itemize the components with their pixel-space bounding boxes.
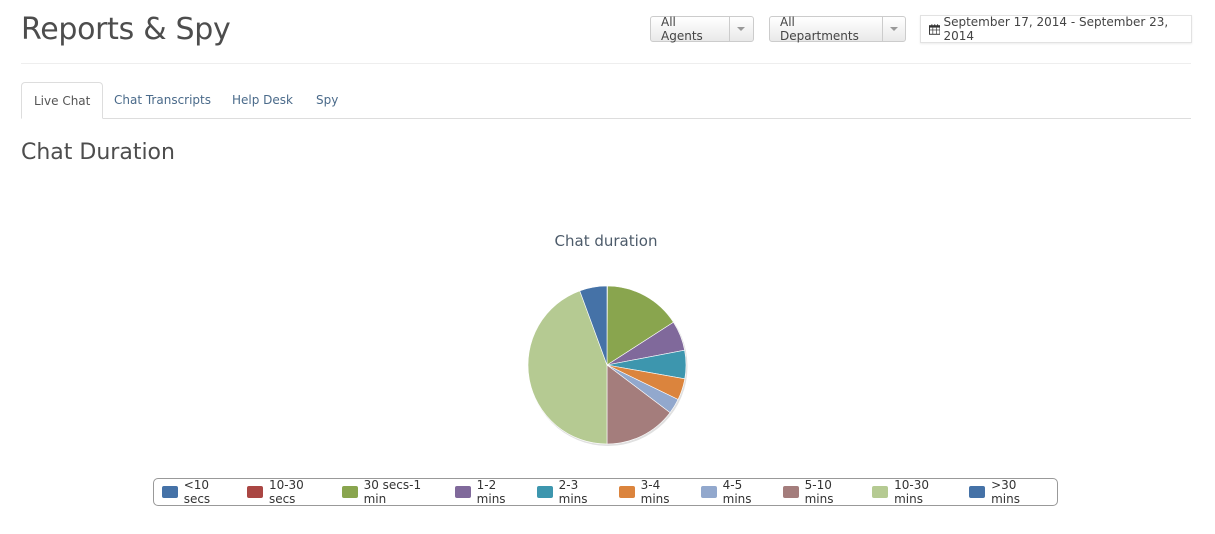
legend-label: >30 mins [991,478,1020,506]
legend-swatch [782,486,799,498]
legend-swatch [341,486,358,498]
legend-swatch [872,486,889,498]
legend-item[interactable]: 30 secs-1 min [341,478,446,506]
caret-down-icon [889,27,898,31]
legend-label: 5-10 mins [804,478,834,506]
legend-item[interactable]: 10-30 mins [872,478,960,506]
legend-item[interactable]: 3-4 mins [618,478,692,506]
legend-item[interactable]: <10 secs [162,478,238,506]
legend-label: 2-3 mins [558,478,588,506]
legend-item[interactable]: 1-2 mins [454,478,528,506]
tab-live-chat[interactable]: Live Chat [21,82,104,119]
pie-chart [527,285,688,446]
section-title: Chat Duration [21,140,175,165]
report-tabs: Live Chat Chat Transcripts Help Desk Spy [21,82,1191,119]
legend-item[interactable]: >30 mins [969,478,1048,506]
legend-swatch [454,486,471,498]
legend-item[interactable]: 2-3 mins [536,478,610,506]
page-title: Reports & Spy [21,12,231,47]
legend-swatch [700,486,717,498]
agents-filter-label: All Agents [651,15,730,43]
tab-spy[interactable]: Spy [304,82,350,118]
legend-item[interactable]: 10-30 secs [247,478,333,506]
legend-label: 3-4 mins [640,478,670,506]
chart-legend: <10 secs 10-30 secs 30 secs-1 min 1-2 mins 2… [153,478,1058,506]
legend-label: 10-30 secs [268,478,304,506]
tab-help-desk[interactable]: Help Desk [220,82,305,118]
legend-swatch [162,486,178,498]
chart-title: Chat duration [554,232,658,250]
header-divider [21,63,1191,64]
legend-label: 1-2 mins [476,478,506,506]
agents-filter-toggle[interactable] [730,17,753,41]
departments-filter-dropdown[interactable]: All Departments [769,15,906,43]
agents-filter-dropdown[interactable]: All Agents [650,15,754,43]
legend-label: 4-5 mins [722,478,752,506]
legend-label: 10-30 mins [894,478,929,506]
legend-swatch [618,486,635,498]
caret-down-icon [737,27,746,31]
legend-swatch [247,486,263,498]
legend-label: 30 secs-1 min [363,478,422,506]
legend-swatch [536,486,553,498]
departments-filter-label: All Departments [770,15,883,43]
legend-item[interactable]: 5-10 mins [782,478,863,506]
legend-swatch [969,486,986,498]
legend-label: <10 secs [183,478,211,506]
legend-item[interactable]: 4-5 mins [700,478,774,506]
departments-filter-toggle[interactable] [883,17,906,41]
tab-chat-transcripts[interactable]: Chat Transcripts [102,82,223,118]
calendar-icon [929,23,941,35]
date-range-text: September 17, 2014 - September 23, 2014 [943,15,1169,43]
date-range-picker[interactable]: September 17, 2014 - September 23, 2014 [920,15,1192,43]
